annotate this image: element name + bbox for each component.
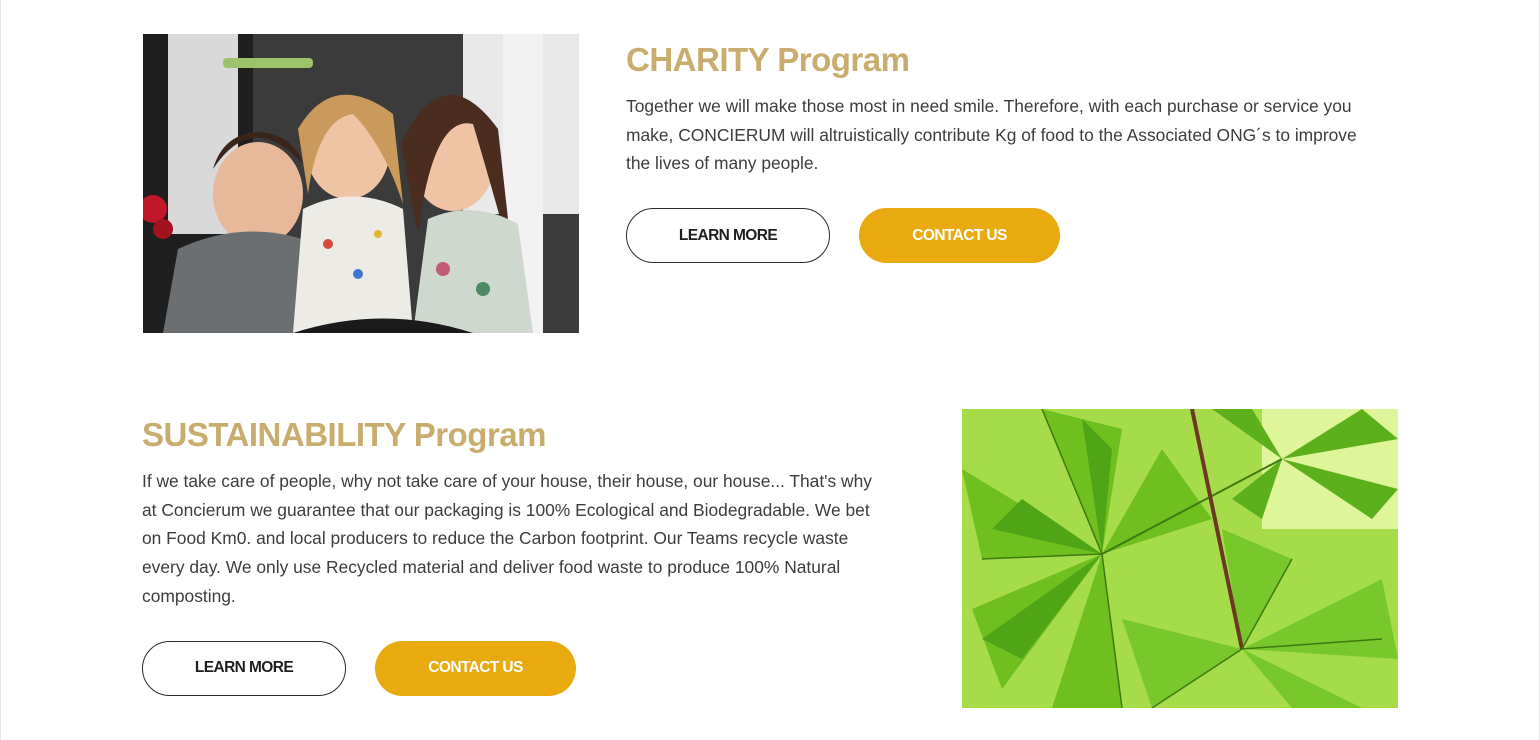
charity-contact-us-button[interactable]: CONTACT US	[859, 208, 1060, 264]
sustainability-description: If we take care of people, why not take …	[142, 471, 872, 606]
sustainability-title: SUSTAINABILITY Program	[142, 416, 547, 453]
sustainability-leaves-photo	[962, 409, 1398, 708]
sustainability-content: SUSTAINABILITY Program If we take care o…	[142, 415, 902, 696]
charity-description: Together we will make those most in need…	[626, 96, 1357, 174]
sustainability-contact-us-button[interactable]: CONTACT US	[375, 640, 576, 696]
charity-content: CHARITY Program Together we will make th…	[626, 40, 1386, 264]
charity-actions: LEARN MORE CONTACT US	[626, 208, 1386, 264]
charity-title: CHARITY Program	[626, 41, 910, 78]
sustainability-actions: LEARN MORE CONTACT US	[142, 640, 902, 696]
charity-children-photo	[143, 34, 579, 333]
programs-section: CHARITY Program Together we will make th…	[0, 0, 1540, 740]
charity-learn-more-button[interactable]: LEARN MORE	[626, 208, 830, 264]
sustainability-learn-more-button[interactable]: LEARN MORE	[142, 640, 346, 696]
